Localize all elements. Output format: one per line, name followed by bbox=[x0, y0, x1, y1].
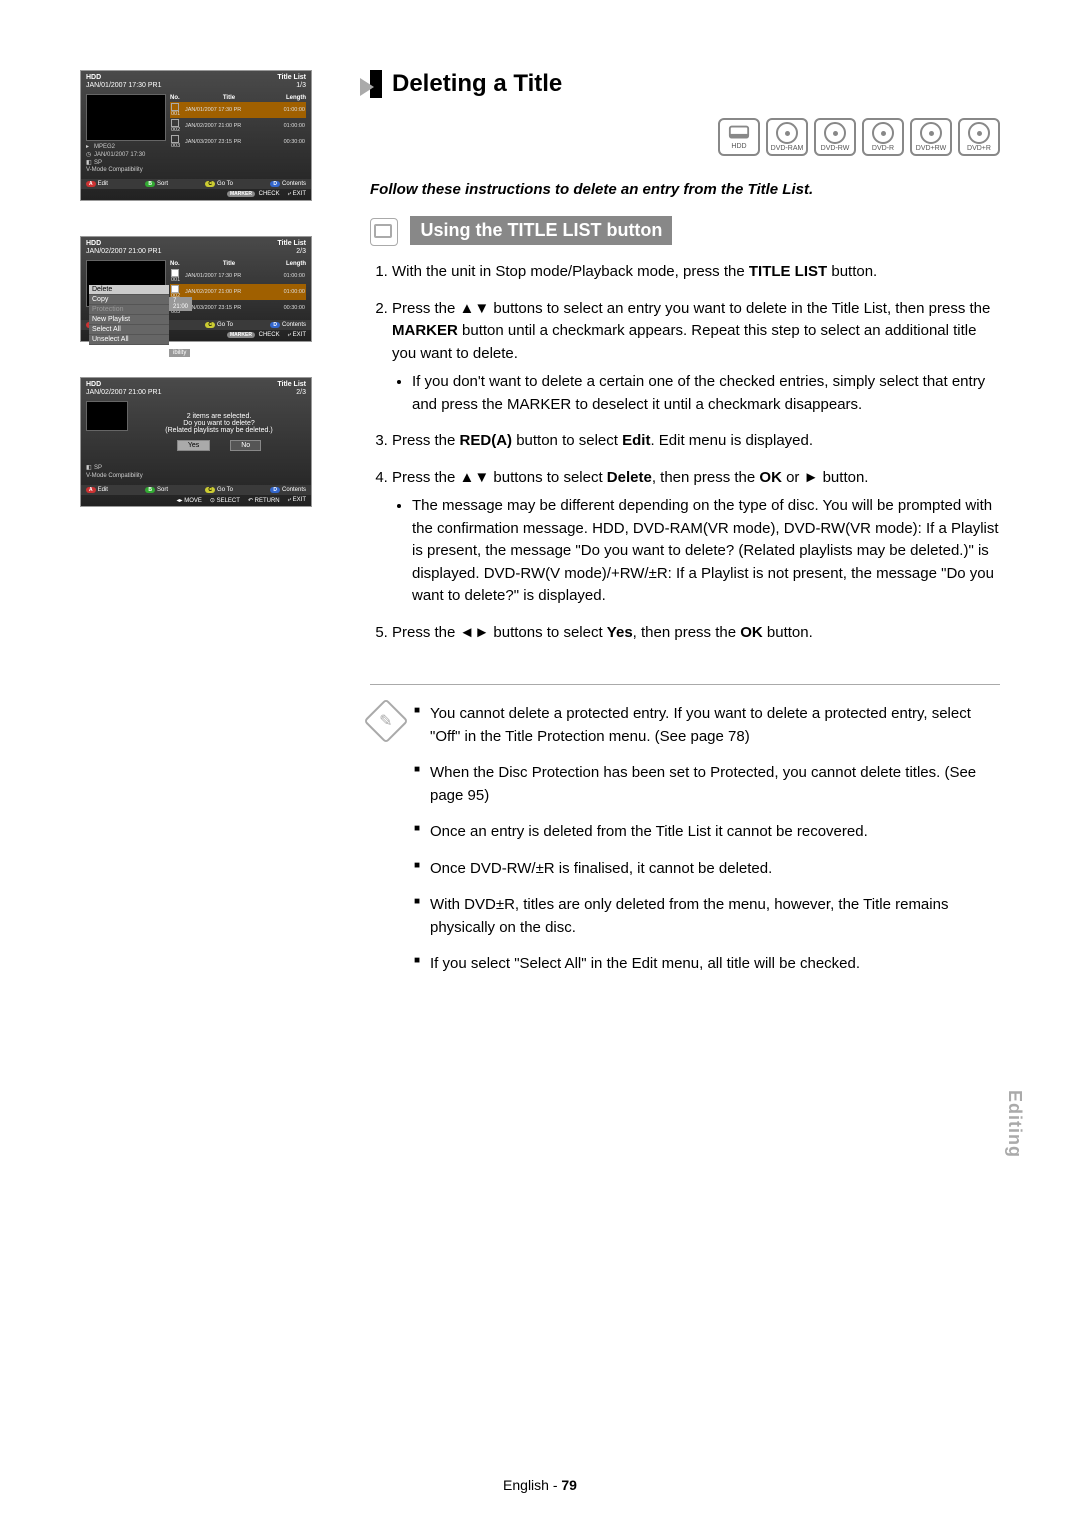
preview-thumb bbox=[86, 401, 128, 431]
screenshot-1: HDD Title List JAN/01/2007 17:30 PR1 1/3… bbox=[80, 70, 312, 201]
ctx-vmode: ibility bbox=[169, 349, 190, 357]
step-3: Press the RED(A) button to select Edit. … bbox=[392, 430, 1000, 453]
titlelist-button-icon bbox=[370, 218, 398, 246]
ctx-copy: Copy bbox=[89, 295, 169, 305]
subheading: Using the TITLE LIST button bbox=[410, 216, 672, 245]
ctx-sub: 7 21:00 bbox=[169, 297, 192, 311]
note-box: ✎ You cannot delete a protected entry. I… bbox=[370, 684, 1000, 990]
meta-vmode: V-Mode Compatibility bbox=[86, 167, 166, 175]
footer-return: RETURN bbox=[255, 498, 280, 504]
screenshot-3: HDD Title List JAN/02/2007 21:00 PR1 2/3… bbox=[80, 377, 312, 507]
disc-dvdram-icon: DVD-RAM bbox=[766, 118, 808, 156]
preview-thumb bbox=[86, 94, 166, 141]
dialog-line: Do you want to delete? bbox=[137, 420, 301, 427]
section-arrow-icon bbox=[360, 78, 374, 96]
ctx-newplaylist: New Playlist bbox=[89, 315, 169, 325]
note-item: Once DVD-RW/±R is finalised, it cannot b… bbox=[414, 858, 1000, 881]
step-5: Press the ◄► buttons to select Yes, then… bbox=[392, 622, 1000, 645]
steps-list: With the unit in Stop mode/Playback mode… bbox=[370, 261, 1000, 644]
disc-dvdpr-icon: DVD+R bbox=[958, 118, 1000, 156]
title-list-label: Title List bbox=[277, 74, 306, 81]
step-2-bullet: If you don't want to delete a certain on… bbox=[412, 371, 1000, 416]
meta-vmode: V-Mode Compatibility bbox=[86, 473, 306, 481]
meta-mode: MPEG2 bbox=[94, 144, 115, 150]
note-item: Once an entry is deleted from the Title … bbox=[414, 821, 1000, 844]
screenshot-column: HDD Title List JAN/01/2007 17:30 PR1 1/3… bbox=[80, 70, 320, 990]
dialog-line: (Related playlists may be deleted.) bbox=[137, 427, 301, 434]
dialog-no: No bbox=[230, 440, 261, 451]
disc-hdd-icon: HDD bbox=[718, 118, 760, 156]
table-row: 003JAN/03/2007 23:15 PR00:30:00 bbox=[170, 134, 306, 150]
side-tab: Editing bbox=[1004, 1090, 1025, 1158]
footer-edit: Edit bbox=[98, 181, 108, 187]
title-list-label: Title List bbox=[277, 381, 306, 388]
content-column: Deleting a Title HDD DVD-RAM DVD-RW DVD-… bbox=[370, 70, 1000, 990]
panel-subtitle: JAN/02/2007 21:00 PR1 bbox=[86, 389, 162, 396]
meta-sp: SP bbox=[94, 160, 102, 166]
section-title: Deleting a Title bbox=[370, 70, 1000, 98]
step-2: Press the ▲▼ buttons to select an entry … bbox=[392, 298, 1000, 417]
dialog-yes: Yes bbox=[177, 440, 210, 451]
disc-badges: HDD DVD-RAM DVD-RW DVD-R DVD+RW DVD+R bbox=[370, 118, 1000, 156]
ctx-selectall: Select All bbox=[89, 325, 169, 335]
note-item: When the Disc Protection has been set to… bbox=[414, 762, 1000, 807]
ctx-protection: Protection bbox=[89, 305, 169, 315]
panel-subtitle: JAN/01/2007 17:30 PR1 bbox=[86, 82, 162, 89]
footer-check: CHECK bbox=[259, 191, 280, 197]
hdd-label: HDD bbox=[86, 240, 101, 247]
step-4-bullet: The message may be different depending o… bbox=[412, 495, 1000, 608]
table-row: 001JAN/01/2007 17:30 PR01:00:00 bbox=[170, 268, 306, 284]
panel-counter: 2/3 bbox=[296, 248, 306, 255]
ctx-unselectall: Unselect All bbox=[89, 335, 169, 345]
footer-select: SELECT bbox=[217, 498, 240, 504]
footer-contents: Contents bbox=[282, 181, 306, 187]
panel-subtitle: JAN/02/2007 21:00 PR1 bbox=[86, 248, 162, 255]
disc-dvdr-icon: DVD-R bbox=[862, 118, 904, 156]
note-item: You cannot delete a protected entry. If … bbox=[414, 703, 1000, 748]
panel-counter: 2/3 bbox=[296, 389, 306, 396]
col-length: Length bbox=[274, 95, 306, 101]
step-4: Press the ▲▼ buttons to select Delete, t… bbox=[392, 467, 1000, 608]
note-item: If you select "Select All" in the Edit m… bbox=[414, 953, 1000, 976]
col-title: Title bbox=[184, 95, 274, 101]
dialog-line: 2 items are selected. bbox=[137, 413, 301, 420]
footer-exit: EXIT bbox=[293, 497, 306, 503]
meta-sp: SP bbox=[94, 465, 102, 471]
hdd-label: HDD bbox=[86, 381, 101, 388]
footer-move: MOVE bbox=[184, 498, 202, 504]
note-item: With DVD±R, titles are only deleted from… bbox=[414, 894, 1000, 939]
table-row: 002JAN/02/2007 21:00 PR01:00:00 bbox=[170, 118, 306, 134]
ctx-delete: Delete bbox=[89, 285, 169, 295]
disc-dvdrw-icon: DVD-RW bbox=[814, 118, 856, 156]
panel-counter: 1/3 bbox=[296, 82, 306, 89]
footer-sort: Sort bbox=[157, 181, 168, 187]
disc-dvdprw-icon: DVD+RW bbox=[910, 118, 952, 156]
context-menu: Delete Copy Protection New Playlist Sele… bbox=[89, 285, 169, 345]
col-no: No. bbox=[170, 95, 184, 101]
meta-date: JAN/01/2007 17:30 bbox=[94, 152, 145, 158]
table-row: 001JAN/01/2007 17:30 PR01:00:00 bbox=[170, 102, 306, 118]
screenshot-2: HDD Title List JAN/02/2007 21:00 PR1 2/3… bbox=[80, 236, 312, 342]
step-1: With the unit in Stop mode/Playback mode… bbox=[392, 261, 1000, 284]
hdd-label: HDD bbox=[86, 74, 101, 81]
title-list-label: Title List bbox=[277, 240, 306, 247]
intro-text: Follow these instructions to delete an e… bbox=[370, 181, 1000, 198]
page-footer: English - 79 bbox=[0, 1477, 1080, 1493]
footer-goto: Go To bbox=[217, 181, 233, 187]
note-icon: ✎ bbox=[363, 698, 408, 743]
footer-exit: EXIT bbox=[293, 191, 306, 197]
